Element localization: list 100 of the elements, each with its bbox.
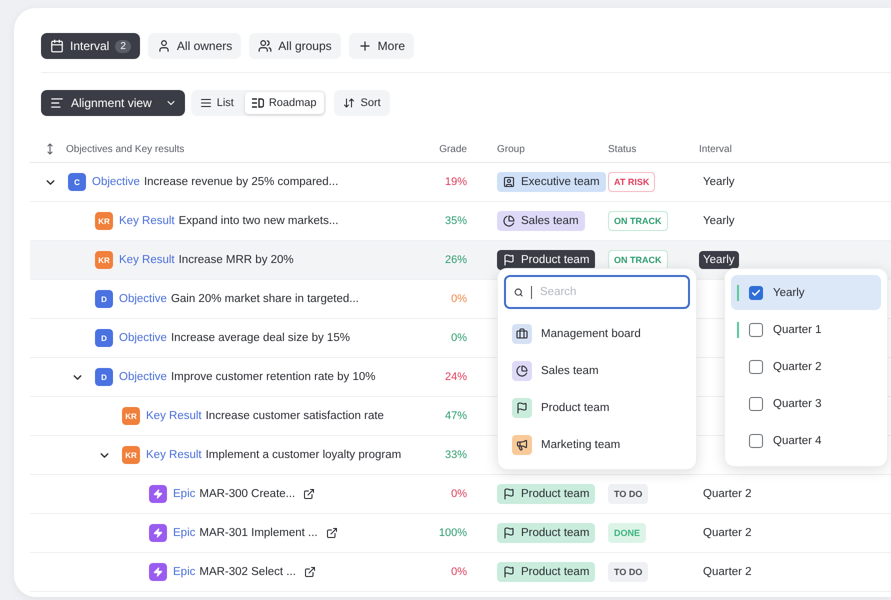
item-title: Increase MRR by 20% [178,254,294,266]
layout-tab[interactable]: List [192,92,241,114]
grade-value: 0% [450,293,467,305]
flag-icon [503,488,515,500]
search-field[interactable]: Search [504,275,690,309]
status-tag: ON TRACK [608,211,668,231]
item-type[interactable]: Key Result [119,215,175,227]
status-tag: TO DO [608,484,648,504]
type-badge: KR [122,446,140,464]
person-icon [503,176,515,188]
person-icon [156,39,171,53]
status-tag: AT RISK [608,172,656,192]
column-header: Objectives and Key results [66,144,184,154]
item-type[interactable]: Epic [173,566,196,578]
group-tag[interactable]: Product team [497,562,596,582]
grade-value: 24% [444,371,467,383]
item-title: MAR-301 Implement ... [199,527,318,539]
checkbox[interactable] [749,286,763,300]
sort-icon [342,97,355,109]
roadmap-icon [252,98,264,108]
plus-icon [358,39,372,53]
flag-icon [503,254,515,266]
group-tag[interactable]: Product team [497,523,596,543]
group-tag[interactable]: Sales team [497,211,585,231]
item-type[interactable]: Objective [92,176,140,188]
item-title: Increase revenue by 25% compared... [144,176,338,188]
lightning-icon [149,524,167,542]
table-row[interactable]: Epic MAR-301 Implement ... 100% Product team DONE Quarter 2 [30,514,891,553]
table-row[interactable]: Epic MAR-300 Create... 0% Product team TO DO Quarter 2 [30,475,891,514]
checkbox[interactable] [749,396,763,410]
item-type[interactable]: Epic [173,488,196,500]
checkbox[interactable] [749,322,763,336]
column-header: Group [496,144,526,154]
grade-value: 26% [444,254,467,266]
external-link-icon[interactable] [326,527,338,539]
item-title: Increase customer satisfaction rate [206,410,384,422]
grade-value: 100% [438,527,467,539]
group-tag[interactable]: Executive team [497,172,606,192]
check-icon [751,288,761,298]
filter-button[interactable]: All owners [148,33,242,59]
grade-value: 0% [450,332,467,344]
item-title: MAR-302 Select ... [199,566,296,578]
interval-value[interactable]: Yearly [699,251,739,269]
column-header: Interval [699,144,733,154]
lightning-icon [149,563,167,581]
item-type[interactable]: Objective [119,332,167,344]
type-badge: C [68,173,86,191]
grade-value: 0% [450,488,467,500]
status-tag: TO DO [608,562,648,582]
item-title: Improve customer retention rate by 10% [170,371,376,383]
flag-icon [503,566,515,578]
column-header: Grade [438,144,467,154]
briefcase-icon [512,324,532,344]
item-title: Implement a customer loyalty program [206,449,402,461]
lightning-icon [149,485,167,503]
group-tag[interactable]: Product team [497,484,596,504]
view-dropdown[interactable]: Alignment view [41,90,185,116]
interval-value[interactable]: Yearly [699,212,739,230]
interval-value[interactable]: Quarter 2 [699,563,756,581]
interval-value[interactable]: Quarter 2 [699,524,756,542]
status-tag: ON TRACK [608,250,668,270]
table-row[interactable]: C Objective Increase revenue by 25% compared... 19% Executive team AT RISK Yearly [30,163,891,202]
group-tag[interactable]: Product team [497,250,596,270]
type-badge: KR [122,407,140,425]
grade-value: 47% [444,410,467,422]
sort-button[interactable]: Sort [334,90,390,116]
checkbox[interactable] [749,434,763,448]
external-link-icon[interactable] [304,566,316,578]
layout-tab[interactable]: Roadmap [244,92,324,114]
interval-value[interactable]: Quarter 2 [699,485,756,503]
list-icon [200,97,212,109]
item-type[interactable]: Key Result [119,254,175,266]
interval-option[interactable]: Yearly [731,275,881,310]
filter-button[interactable]: More [348,33,414,59]
item-title: Increase average deal size by 15% [170,332,350,344]
column-header: Status [608,144,638,154]
item-type[interactable]: Key Result [146,449,202,461]
filter-count: 2 [115,40,131,52]
megaphone-icon [512,434,532,454]
grade-value: 33% [444,449,467,461]
table-row[interactable]: Epic MAR-302 Select ... 0% Product team TO DO Quarter 2 [30,553,891,592]
interval-value[interactable]: Yearly [699,173,739,191]
pie-chart-icon [512,360,532,380]
grade-value: 35% [444,215,467,227]
type-badge: KR [95,212,113,230]
item-type[interactable]: Key Result [146,410,202,422]
item-type[interactable]: Epic [173,527,196,539]
flag-icon [512,398,532,418]
type-badge: KR [95,251,113,269]
item-type[interactable]: Objective [119,293,167,305]
item-title: MAR-300 Create... [199,488,296,500]
grade-value: 0% [450,566,467,578]
external-link-icon[interactable] [303,488,316,500]
checkbox[interactable] [749,360,763,374]
filter-button[interactable]: Interval 2 [41,33,140,59]
item-type[interactable]: Objective [119,371,167,383]
grade-value: 19% [444,176,467,188]
calendar-icon [50,39,64,53]
filter-button[interactable]: All groups [249,33,341,59]
item-title: Expand into two new markets... [178,215,338,227]
